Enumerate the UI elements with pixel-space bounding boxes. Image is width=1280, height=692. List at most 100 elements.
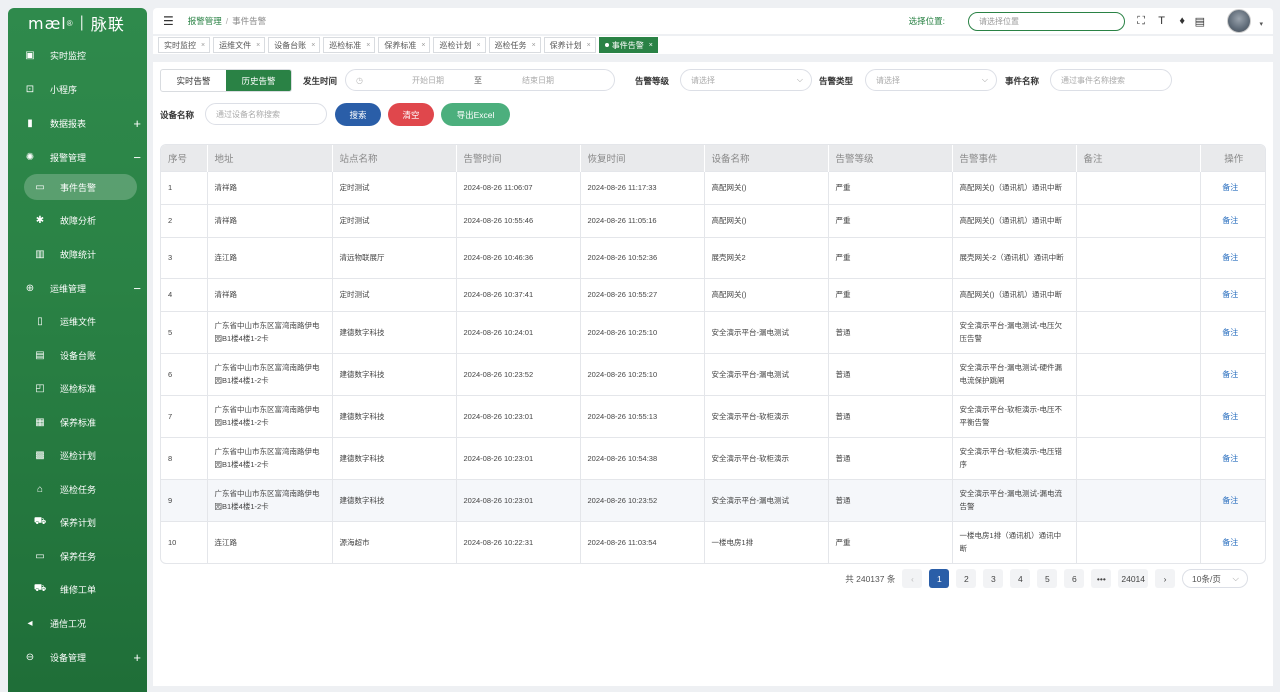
fullscreen-icon[interactable]: ⛶ [1137,15,1145,28]
close-icon[interactable]: × [649,42,653,49]
table-cell [1076,352,1201,395]
page-button[interactable]: 1 [929,569,950,588]
prev-page-button[interactable]: ‹ [902,569,923,588]
search-button[interactable]: 搜索 [335,103,381,126]
avatar[interactable] [1227,9,1251,33]
tab-5[interactable]: 保养标准 × [378,37,431,53]
table-cell: 安全演示平台-漏电测试 [704,310,829,353]
breadcrumb: 报警管理 / 事件告警 [188,15,266,27]
sidebar-item-standard[interactable]: ◰ 巡检标准 [8,372,147,406]
close-icon[interactable]: × [311,42,315,49]
export-excel-button[interactable]: 导出Excel [441,103,510,126]
remark-link[interactable]: 备注 [1222,253,1238,262]
remark-link[interactable]: 备注 [1222,290,1238,299]
tab-history-alarm[interactable]: 历史告警 [226,70,291,91]
sidebar-item-monitor[interactable]: ▭ 保养任务 [8,540,147,574]
tab-9[interactable]: 事件告警 × [598,37,658,53]
device-name-input[interactable]: 通过设备名称搜索 [205,103,327,125]
remark-action-cell: 备注 [1200,310,1265,353]
table-cell: 6 [161,352,208,395]
tab-label: 保养标准 [384,40,417,50]
remark-link[interactable]: 备注 [1222,216,1238,225]
remark-link[interactable]: 备注 [1222,183,1238,192]
sidebar-item-cart[interactable]: ⛟ 保养计划 [8,506,147,540]
collapse-icon[interactable]: − [133,150,141,165]
tab-3[interactable]: 设备台账 × [268,37,321,53]
sidebar-item-report[interactable]: ▮ 数据报表 + [8,106,147,140]
expand-icon[interactable]: + [133,650,141,665]
tab-1[interactable]: 实时监控 × [158,37,211,53]
table-cell: 普通 [828,310,953,353]
sidebar-item-calendar[interactable]: ▩ 巡检计划 [8,439,147,473]
table-cell: 普通 [828,436,953,479]
sidebar-item-alarm[interactable]: ✺ 报警管理 − [8,140,147,174]
alarm-level-select[interactable]: 请选择 ⌵ [680,69,812,91]
alarm-type-select[interactable]: 请选择 ⌵ [865,69,997,91]
page-button[interactable]: 2 [956,569,977,588]
remark-link[interactable]: 备注 [1222,412,1238,421]
table-header-row: 序号 地址 站点名称 告警时间 恢复时间 设备名称 告警等级 告警事件 备注 操作 [161,145,1265,171]
remark-link[interactable]: 备注 [1222,328,1238,337]
event-name-input[interactable]: 通过事件名称搜索 [1050,69,1172,91]
document-icon[interactable]: ▤ [1195,15,1205,28]
breadcrumb-parent[interactable]: 报警管理 [188,16,222,26]
close-icon[interactable]: × [532,42,536,49]
tab-4[interactable]: 巡检标准 × [323,37,376,53]
tab-realtime-alarm[interactable]: 实时告警 [161,70,226,91]
close-icon[interactable]: × [201,42,205,49]
close-icon[interactable]: × [366,42,370,49]
sidebar-item-maintain[interactable]: ▦ 保养标准 [8,406,147,440]
page-size-select[interactable]: 10条/页 ⌵ [1182,569,1248,588]
theme-shirt-icon[interactable]: ♦ [1179,15,1185,27]
sidebar-item-message[interactable]: ▭ 事件告警 [24,174,137,200]
sidebar-item-file[interactable]: ▯ 运维文件 [8,305,147,339]
end-date-input[interactable]: 结束日期 [493,75,583,86]
logo-divider: | [79,14,85,31]
date-range-picker[interactable]: ◷ 开始日期 至 结束日期 [345,69,615,91]
page-button[interactable]: 24014 [1118,569,1148,588]
remark-link[interactable]: 备注 [1222,496,1238,505]
start-date-input[interactable]: 开始日期 [393,75,463,86]
sidebar-item-device[interactable]: ⊖ 设备管理 + [8,641,147,675]
table-row: 6 广东省中山市东区富湾南路伊电园B1楼4楼1-2卡 建德数字科技 2024-08-2… [161,352,1265,395]
tab-6[interactable]: 巡检计划 × [433,37,486,53]
clear-button[interactable]: 清空 [388,103,434,126]
page-button[interactable]: 5 [1037,569,1058,588]
page-button[interactable]: 4 [1010,569,1031,588]
remark-link[interactable]: 备注 [1222,370,1238,379]
close-icon[interactable]: × [421,42,425,49]
sidebar-item-send[interactable]: ◂ 通信工况 [8,607,147,641]
sidebar-item-globe[interactable]: ⊕ 运维管理 − [8,271,147,305]
sidebar-item-bug[interactable]: ✱ 故障分析 [8,204,147,238]
table-cell: 7 [161,394,208,437]
close-icon[interactable]: × [476,42,480,49]
sidebar-item-label: 巡检标准 [60,384,97,395]
sidebar-item-cart2[interactable]: ⛟ 维修工单 [8,573,147,607]
collapse-icon[interactable]: − [133,281,141,296]
sidebar-item-image[interactable]: ▣ 实时监控 [8,38,147,72]
sidebar-item-bar-chart[interactable]: ▥ 故障统计 [8,238,147,272]
expand-icon[interactable]: + [133,116,141,131]
more-pages-icon[interactable]: ••• [1091,569,1112,588]
tab-7[interactable]: 巡检任务 × [488,37,541,53]
chevron-down-icon[interactable]: ▾ [1259,20,1263,28]
location-select[interactable]: 请选择位置 [968,11,1125,31]
close-icon[interactable]: × [256,42,260,49]
page-button[interactable]: 6 [1064,569,1085,588]
remark-action-cell: 备注 [1200,478,1265,521]
table-cell [1076,394,1201,437]
page-button[interactable]: 3 [983,569,1004,588]
next-page-button[interactable]: › [1155,569,1175,588]
tab-8[interactable]: 保养计划 × [543,37,596,53]
close-icon[interactable]: × [587,42,591,49]
globe-icon: ⊕ [25,282,35,294]
table-row: 10 连江路 源海超市 2024-08-26 10:22:31 2024-08-26 1… [161,520,1265,563]
remark-link[interactable]: 备注 [1222,454,1238,463]
font-size-icon[interactable]: T [1158,15,1165,27]
sidebar-item-ledger[interactable]: ▤ 设备台账 [8,339,147,373]
sidebar-item-miniapp[interactable]: ⊡ 小程序 [8,72,147,106]
sidebar-item-home[interactable]: ⌂ 巡检任务 [8,473,147,507]
menu-toggle-icon[interactable]: ☰ [163,14,174,28]
tab-2[interactable]: 运维文件 × [213,37,266,53]
remark-link[interactable]: 备注 [1222,538,1238,547]
